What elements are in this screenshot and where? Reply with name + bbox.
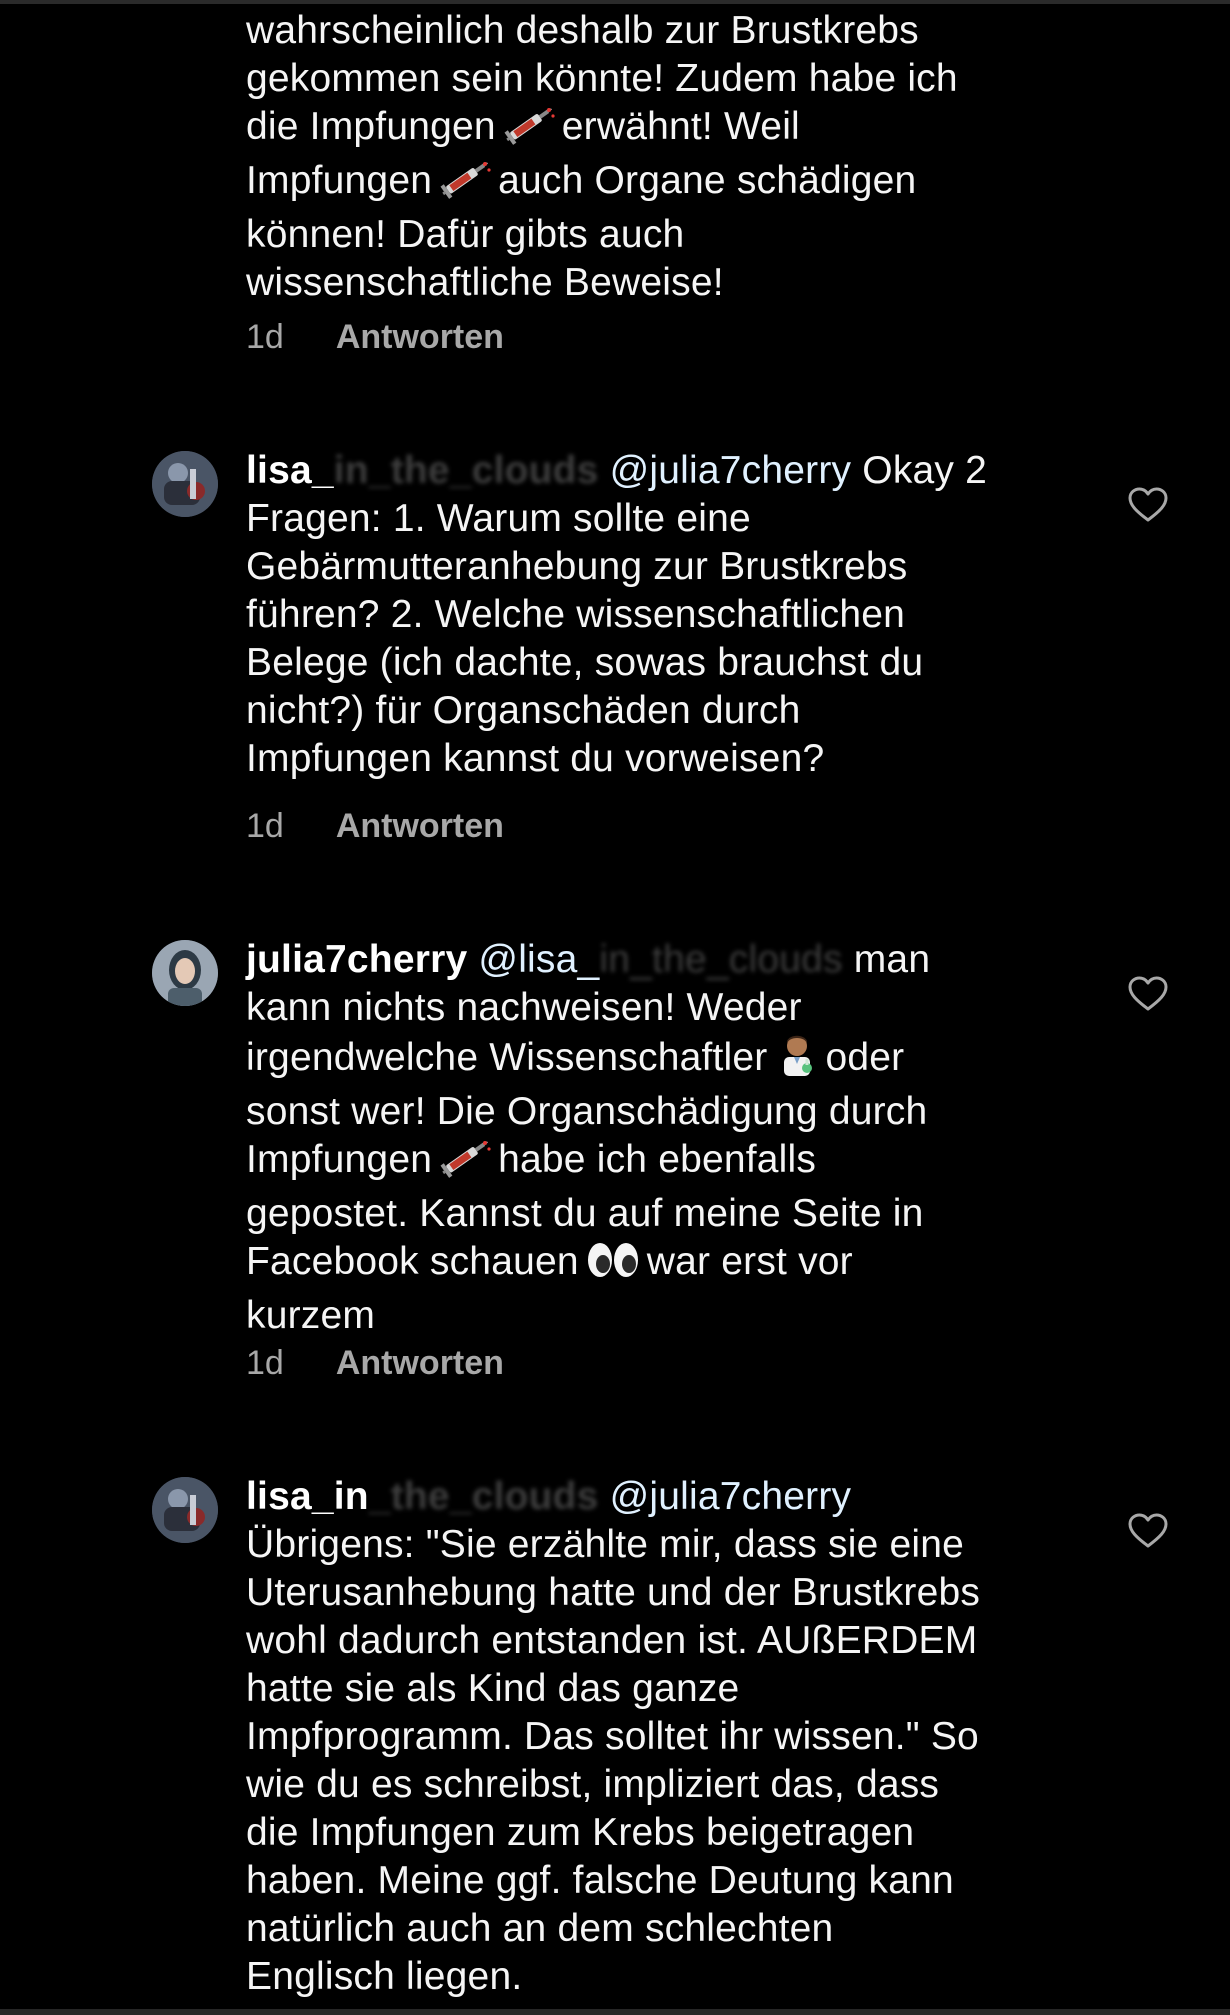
text-line: wahrscheinlich deshalb zur Brustkrebs — [246, 9, 919, 52]
text-line: gekommen sein könnte! Zudem habe ich — [246, 57, 958, 100]
text-line: hatte sie als Kind das ganze — [246, 1667, 740, 1710]
text-line: wohl dadurch entstanden ist. AUßERDEM — [246, 1619, 978, 1662]
comment-meta: 1d Antworten — [246, 1344, 504, 1383]
comment-meta: 1d Antworten — [246, 807, 504, 846]
text-line: Gebärmutteranhebung zur Brustkrebs — [246, 545, 908, 588]
reply-button[interactable]: Antworten — [336, 318, 504, 357]
text-line: gepostet. Kannst du auf meine Seite in — [246, 1192, 924, 1235]
eyes-emoji — [585, 1240, 641, 1292]
text-line: die Impfungen zum Krebs beigetragen — [246, 1811, 915, 1854]
comment-time: 1d — [246, 318, 284, 356]
text-line: Belege (ich dachte, sowas brauchst du — [246, 641, 924, 684]
comment-text: wahrscheinlich deshalb zur Brustkrebs ge… — [246, 7, 1086, 307]
mention-link[interactable]: @julia7cherry — [610, 1475, 852, 1518]
heart-outline-icon[interactable] — [1128, 976, 1168, 1012]
text-line: Impfungen kannst du vorweisen? — [246, 737, 825, 780]
mention-link[interactable]: @lisa_in_the_clouds — [478, 938, 842, 981]
text-line: können! Dafür gibts auch — [246, 213, 685, 256]
heart-outline-icon[interactable] — [1128, 487, 1168, 523]
comment-time: 1d — [246, 807, 284, 845]
avatar[interactable] — [152, 451, 218, 517]
text-line: habe ich ebenfalls — [498, 1138, 817, 1181]
comment-time: 1d — [246, 1344, 284, 1382]
comment-username[interactable]: lisa_in_the_clouds — [246, 1475, 599, 1518]
text-line: man — [853, 938, 931, 981]
mention-blurred: in_the_clouds — [599, 938, 843, 981]
text-line: führen? 2. Welche wissenschaftlichen — [246, 593, 906, 636]
syringe-emoji — [438, 1136, 492, 1190]
text-line: Übrigens: "Sie erzählte mir, dass sie ei… — [246, 1523, 965, 1566]
text-line: Impfungen — [246, 1138, 433, 1181]
comment-meta: 1d Antworten — [246, 318, 504, 357]
text-line: Uterusanhebung hatte und der Brustkrebs — [246, 1571, 981, 1614]
text-line: kurzem — [246, 1294, 376, 1337]
text-line: Okay 2 — [862, 449, 988, 492]
text-line: die Impfungen — [246, 105, 496, 148]
text-line: Impfungen — [246, 159, 433, 202]
top-divider — [0, 0, 1230, 4]
comment-text: julia7cherry @lisa_in_the_clouds man kan… — [246, 936, 1086, 1340]
text-line: kann nichts nachweisen! Weder — [246, 986, 802, 1029]
text-line: Englisch liegen. — [246, 1955, 523, 1998]
bottom-divider — [0, 2009, 1230, 2015]
text-line: auch Organe schädigen — [498, 159, 917, 202]
reply-button[interactable]: Antworten — [336, 1344, 504, 1383]
username-blurred: _the_clouds — [368, 1475, 599, 1518]
comment-username[interactable]: julia7cherry — [246, 938, 467, 981]
avatar[interactable] — [152, 1477, 218, 1543]
text-line: war erst vor — [646, 1240, 853, 1283]
username-blurred: in_the_clouds — [333, 449, 599, 492]
comment-text: lisa_in_the_clouds @julia7cherry Übrigen… — [246, 1473, 1086, 2001]
text-line: oder — [825, 1036, 905, 1079]
comment-text: lisa_in_the_clouds @julia7cherry Okay 2 … — [246, 447, 1086, 783]
text-line: wie du es schreibst, impliziert das, das… — [246, 1763, 940, 1806]
text-line: Fragen: 1. Warum sollte eine — [246, 497, 751, 540]
text-line: erwähnt! Weil — [561, 105, 800, 148]
comment-username[interactable]: lisa_in_the_clouds — [246, 449, 599, 492]
heart-outline-icon[interactable] — [1128, 1513, 1168, 1549]
syringe-emoji — [438, 157, 492, 211]
text-line: sonst wer! Die Organschädigung durch — [246, 1090, 928, 1133]
avatar[interactable] — [152, 940, 218, 1006]
mention-link[interactable]: @julia7cherry — [610, 449, 852, 492]
text-line: Impfprogramm. Das solltet ihr wissen." S… — [246, 1715, 979, 1758]
text-line: nicht?) für Organschäden durch — [246, 689, 801, 732]
text-line: wissenschaftliche Beweise! — [246, 261, 724, 304]
text-line: haben. Meine ggf. falsche Deutung kann — [246, 1859, 954, 1902]
text-line: Facebook schauen — [246, 1240, 579, 1283]
text-line: natürlich auch an dem schlechten — [246, 1907, 834, 1950]
reply-button[interactable]: Antworten — [336, 807, 504, 846]
text-line: irgendwelche Wissenschaftler — [246, 1036, 768, 1079]
scientist-emoji — [774, 1032, 820, 1088]
syringe-emoji — [502, 103, 556, 157]
